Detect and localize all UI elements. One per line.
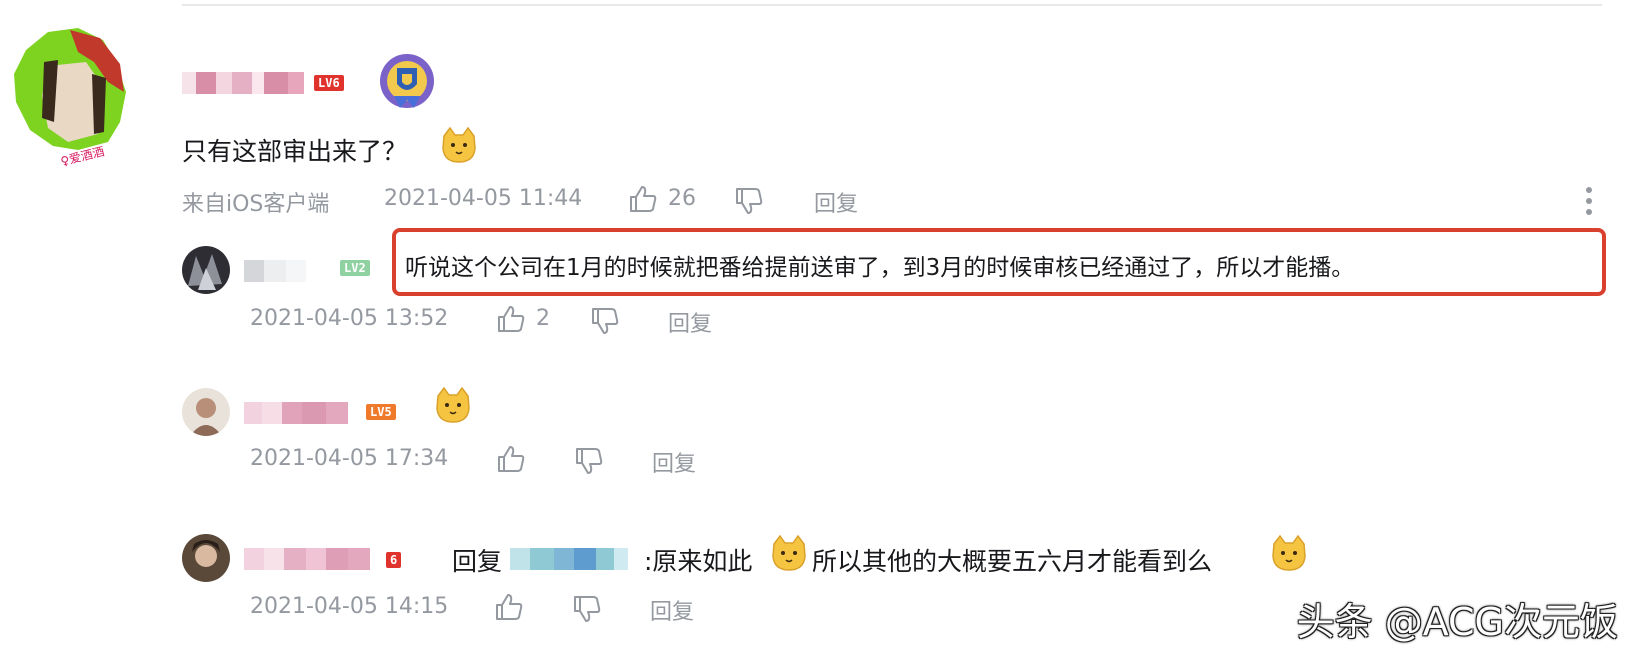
watermark: 头条 @ACG次元饭 (1296, 600, 1618, 644)
avatar[interactable]: ♀爱酒酒 (8, 22, 130, 170)
thumbs-down-icon[interactable] (734, 186, 764, 216)
divider (182, 4, 1602, 6)
thumbs-up-icon[interactable] (496, 444, 526, 474)
thumbs-down-icon[interactable] (574, 446, 604, 476)
cat-emoji-icon (440, 126, 478, 168)
avatar[interactable] (182, 388, 230, 436)
username-blurred[interactable] (182, 72, 304, 94)
thumbs-down-icon[interactable] (590, 306, 620, 336)
username-blurred[interactable] (244, 260, 306, 282)
reply-time: 2021-04-05 13:52 (250, 306, 449, 331)
reply-text-b: 所以其他的大概要五六月才能看到么 (812, 547, 1213, 576)
level-badge: LV2 (340, 260, 370, 276)
reply-button[interactable]: 回复 (814, 186, 858, 218)
avatar[interactable] (182, 534, 230, 582)
reply-button[interactable]: 回复 (668, 306, 712, 338)
comment-time: 2021-04-05 11:44 (384, 186, 583, 211)
reply-time: 2021-04-05 17:34 (250, 446, 449, 471)
like-count: 2 (536, 306, 550, 331)
cat-emoji-icon (770, 534, 808, 576)
username-blurred[interactable] (244, 548, 370, 570)
level-badge: LV6 (314, 75, 344, 91)
reply-prefix: 回复 (452, 547, 503, 576)
cat-emoji-icon (1270, 534, 1308, 576)
avatar-image: ♀爱酒酒 (14, 28, 126, 169)
reply-button[interactable]: 回复 (650, 594, 694, 626)
reply-time: 2021-04-05 14:15 (250, 594, 449, 619)
like-count: 26 (668, 186, 696, 211)
reply-text: 听说这个公司在1月的时候就把番给提前送审了，到3月的时候审核已经通过了，所以才能… (405, 255, 1355, 281)
reply-text-a: :原来如此 (644, 547, 753, 576)
avatar[interactable] (182, 246, 230, 294)
comment-text: 只有这部审出来了？ (182, 137, 408, 166)
reply-target-blurred[interactable] (510, 548, 628, 570)
level-badge: LV5 (366, 404, 396, 420)
level-badge: 6 (386, 552, 402, 568)
more-vertical-icon[interactable] (1585, 186, 1593, 216)
thumbs-down-icon[interactable] (572, 594, 602, 624)
thumbs-up-icon[interactable] (496, 304, 526, 334)
comment-source: 来自iOS客户端 (182, 192, 330, 217)
thumbs-up-icon[interactable] (628, 184, 658, 214)
medal-badge-icon (376, 50, 438, 112)
reply-button[interactable]: 回复 (652, 446, 696, 478)
thumbs-up-icon[interactable] (494, 592, 524, 622)
username-blurred[interactable] (244, 402, 348, 424)
cat-emoji-icon (434, 386, 472, 428)
